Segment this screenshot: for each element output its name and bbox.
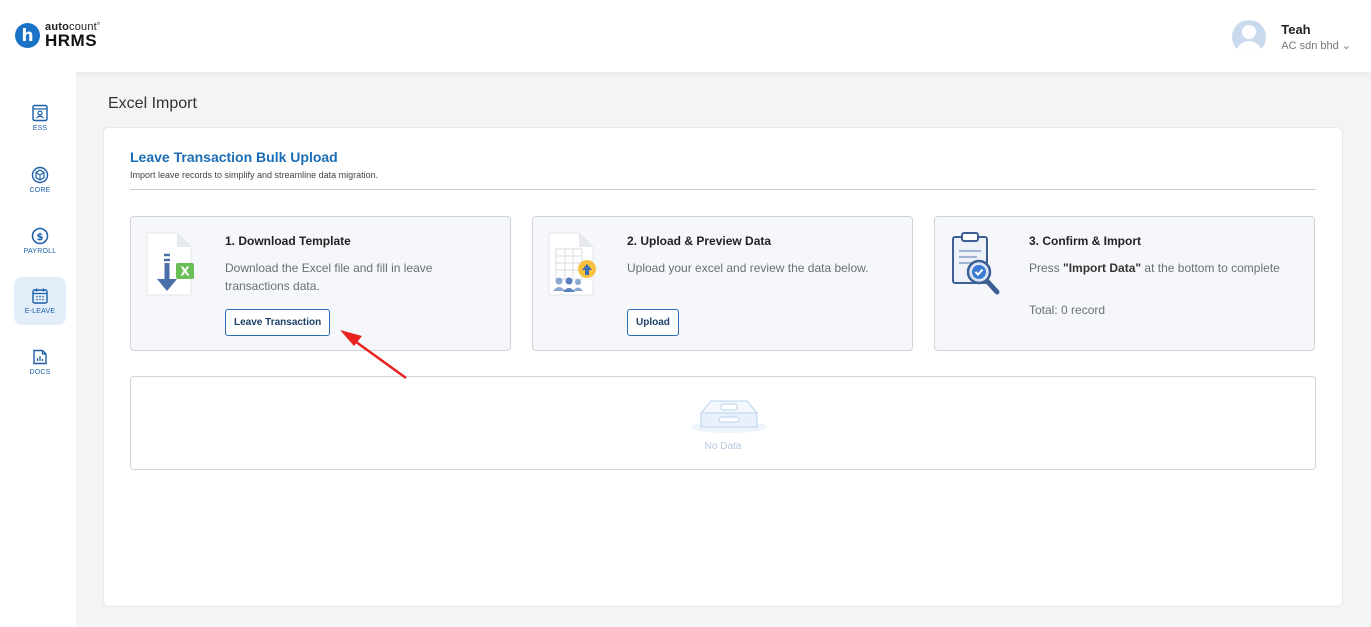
top-bar: h autocount° HRMS Teah AC sdn bhd ⌄ xyxy=(0,0,1371,72)
upload-file-icon xyxy=(548,232,596,296)
svg-text:X: X xyxy=(180,265,190,279)
page-title: Excel Import xyxy=(108,95,197,112)
sidebar-item-label: E-LEAVE xyxy=(24,308,56,315)
chevron-down-icon: ⌄ xyxy=(1341,40,1351,52)
upload-button[interactable]: Upload xyxy=(627,309,679,336)
core-icon xyxy=(31,166,49,184)
clipboard-check-icon xyxy=(952,232,1000,295)
step-upload-preview: 2. Upload & Preview Data Upload your exc… xyxy=(532,216,913,351)
leave-transaction-button[interactable]: Leave Transaction xyxy=(225,309,331,336)
section-subtitle: Import leave records to simplify and str… xyxy=(130,170,379,180)
step-title: 2. Upload & Preview Data xyxy=(627,234,772,248)
calendar-icon xyxy=(32,288,48,304)
step-description: Press "Import Data" at the bottom to com… xyxy=(1029,261,1280,275)
total-records: Total: 0 record xyxy=(1029,303,1106,317)
excel-download-icon: X xyxy=(146,232,194,296)
divider xyxy=(130,189,1316,190)
sidebar-item-e-leave[interactable]: E-LEAVE xyxy=(14,277,66,325)
step-download-template: X 1. Download Template Download the Exce… xyxy=(130,216,511,351)
no-data-text: No Data xyxy=(704,441,742,452)
brand-logo[interactable]: h autocount° HRMS xyxy=(15,22,100,49)
sidebar-item-docs[interactable]: DOCS xyxy=(14,338,66,386)
sidebar-item-payroll[interactable]: $ PAYROLL xyxy=(14,217,66,265)
svg-text:$: $ xyxy=(37,232,44,243)
user-name: Teah xyxy=(1281,22,1311,37)
user-menu[interactable]: Teah AC sdn bhd ⌄ xyxy=(1232,20,1351,54)
step-description: Upload your excel and review the data be… xyxy=(627,261,869,275)
step-confirm-import: 3. Confirm & Import Press "Import Data" … xyxy=(934,216,1315,351)
sidebar-item-label: PAYROLL xyxy=(23,248,57,255)
payroll-icon: $ xyxy=(31,227,49,245)
step-description: Download the Excel file and fill in leav… xyxy=(225,261,433,293)
step-title: 1. Download Template xyxy=(225,234,351,248)
sidebar-item-label: ESS xyxy=(32,125,48,132)
docs-icon xyxy=(33,349,47,365)
avatar[interactable] xyxy=(1232,20,1267,54)
sidebar: ESS CORE $ PAYROLL E-LEAVE DOCS xyxy=(0,72,76,627)
sidebar-item-ess[interactable]: ESS xyxy=(14,94,66,142)
import-panel: Leave Transaction Bulk Upload Import lea… xyxy=(103,127,1343,607)
section-title: Leave Transaction Bulk Upload xyxy=(130,149,338,165)
step-title: 3. Confirm & Import xyxy=(1029,234,1142,248)
preview-table: No Data xyxy=(130,376,1316,470)
user-company[interactable]: AC sdn bhd ⌄ xyxy=(1281,39,1351,52)
logo-circle: h xyxy=(15,23,40,48)
logo-bottom-text: HRMS xyxy=(45,31,98,50)
sidebar-item-label: CORE xyxy=(29,187,51,194)
empty-box-icon xyxy=(691,400,767,433)
sidebar-item-core[interactable]: CORE xyxy=(14,156,66,204)
sidebar-item-label: DOCS xyxy=(29,369,51,376)
ess-icon xyxy=(32,104,48,122)
